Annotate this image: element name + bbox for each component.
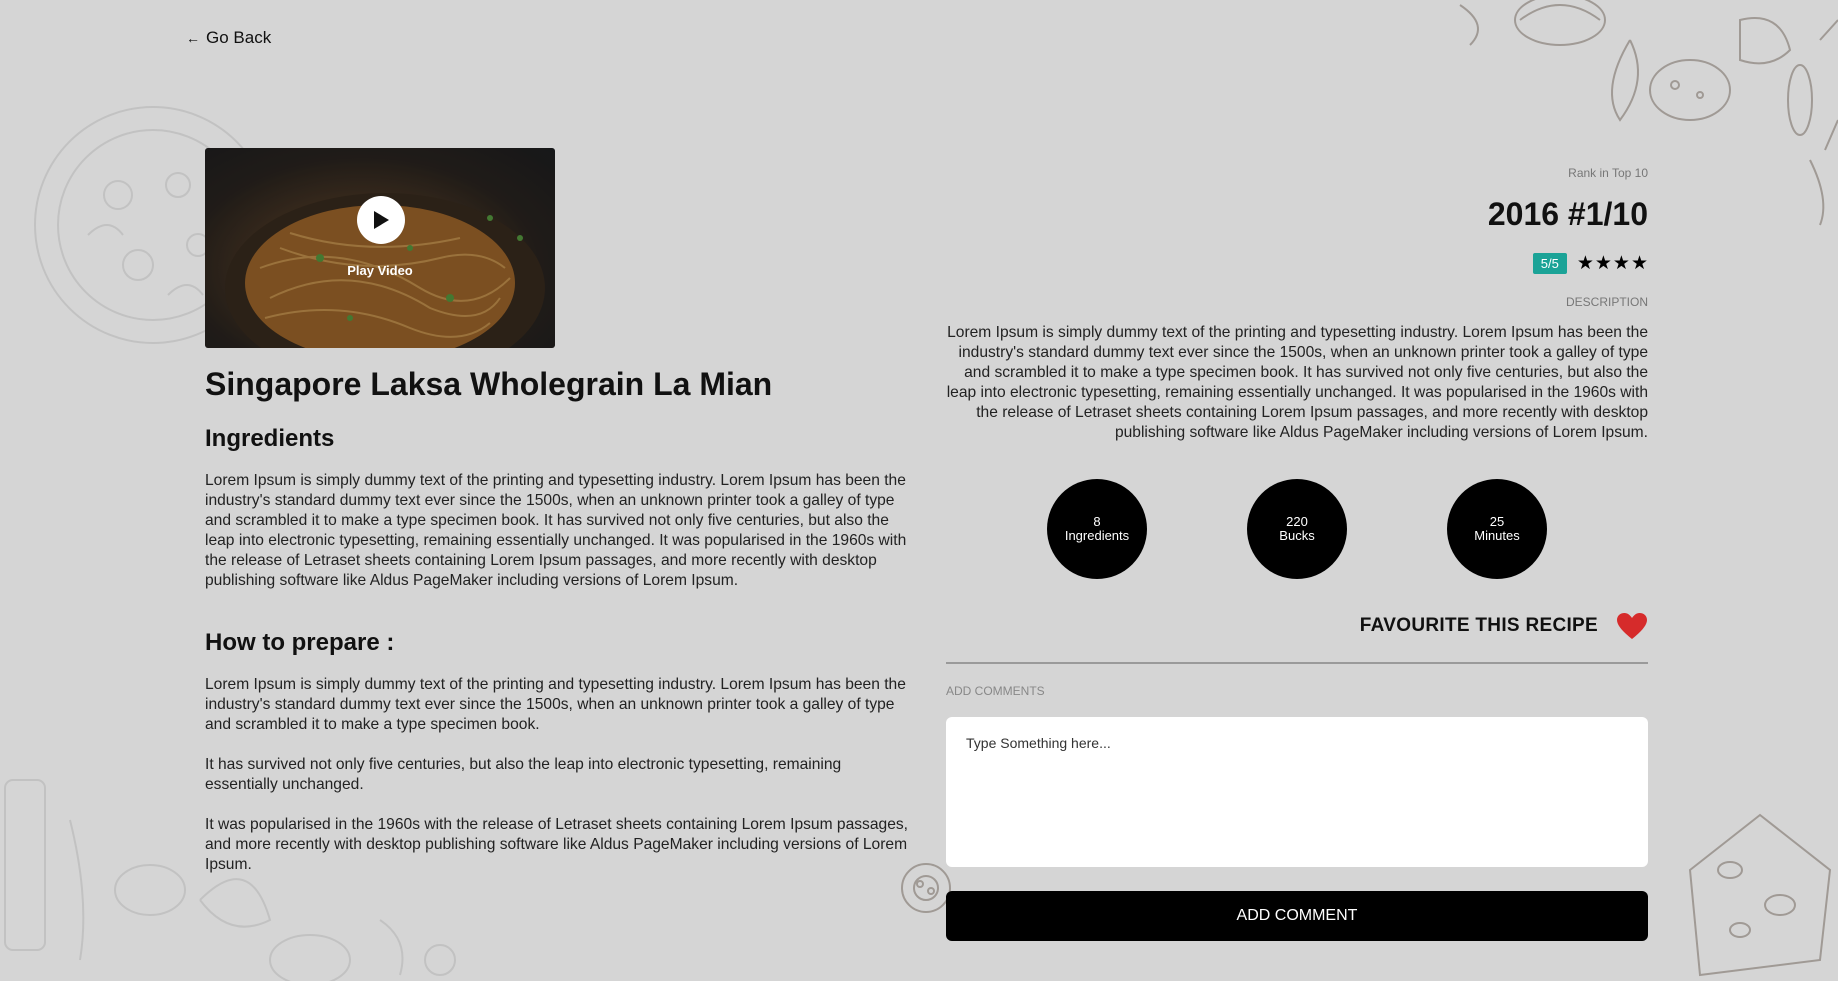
heart-icon[interactable]	[1616, 612, 1648, 640]
rank-label: Rank in Top 10	[1568, 166, 1648, 180]
star-icon: ★	[1612, 253, 1630, 274]
stat-value: 220	[1286, 514, 1308, 529]
stat-label: Minutes	[1474, 528, 1520, 543]
favourite-row: FAVOURITE THIS RECIPE	[1360, 612, 1648, 640]
stat-label: Bucks	[1279, 528, 1315, 543]
play-icon	[374, 211, 389, 229]
recipe-video-thumbnail[interactable]: Play Video	[205, 148, 555, 348]
prepare-paragraph-1: Lorem Ipsum is simply dummy text of the …	[205, 676, 906, 733]
rank-value: 2016 #1/10	[1487, 196, 1648, 232]
star-icon: ★	[1576, 253, 1594, 274]
cheese-doodle-bottom-right	[1680, 810, 1838, 981]
stat-minutes: 25 Minutes	[1447, 479, 1547, 579]
stat-ingredients: 8 Ingredients	[1047, 479, 1147, 579]
add-comment-button[interactable]: ADD COMMENT	[946, 891, 1648, 941]
stat-bucks: 220 Bucks	[1247, 479, 1347, 579]
stat-value: 8	[1093, 514, 1101, 529]
star-icon: ★	[1594, 253, 1612, 274]
star-icon: ★	[1630, 253, 1648, 274]
back-arrow-icon: ←	[186, 30, 200, 46]
add-comments-label: ADD COMMENTS	[946, 684, 1045, 698]
go-back-label: Go Back	[206, 28, 272, 47]
ingredients-heading: Ingredients	[205, 425, 335, 452]
rating-badge: 5/5	[1532, 253, 1567, 274]
comment-input[interactable]	[946, 717, 1648, 867]
description-label: DESCRIPTION	[1565, 295, 1648, 309]
rating-row: 5/5 ★ ★ ★ ★	[1532, 253, 1648, 274]
play-video-button[interactable]	[357, 196, 405, 244]
description-text: Lorem Ipsum is simply dummy text of the …	[946, 324, 1648, 441]
recipe-page: ← Go Back Play Video Singapore Laksa Who…	[0, 0, 1838, 981]
prepare-paragraph-3: It was popularised in the 1960s with the…	[205, 816, 908, 873]
recipe-title: Singapore Laksa Wholegrain La Mian	[205, 366, 773, 402]
go-back-link[interactable]: ← Go Back	[186, 28, 271, 48]
prepare-paragraph-2: It has survived not only five centuries,…	[205, 756, 842, 793]
stat-value: 25	[1489, 514, 1505, 529]
divider	[946, 662, 1648, 664]
play-video-label: Play Video	[347, 263, 413, 278]
ingredients-text: Lorem Ipsum is simply dummy text of the …	[205, 472, 907, 589]
favourite-label: FAVOURITE THIS RECIPE	[1359, 615, 1598, 636]
stat-label: Ingredients	[1064, 528, 1130, 543]
rating-stars: ★ ★ ★ ★	[1577, 254, 1648, 273]
how-to-prepare-heading: How to prepare :	[205, 629, 395, 656]
